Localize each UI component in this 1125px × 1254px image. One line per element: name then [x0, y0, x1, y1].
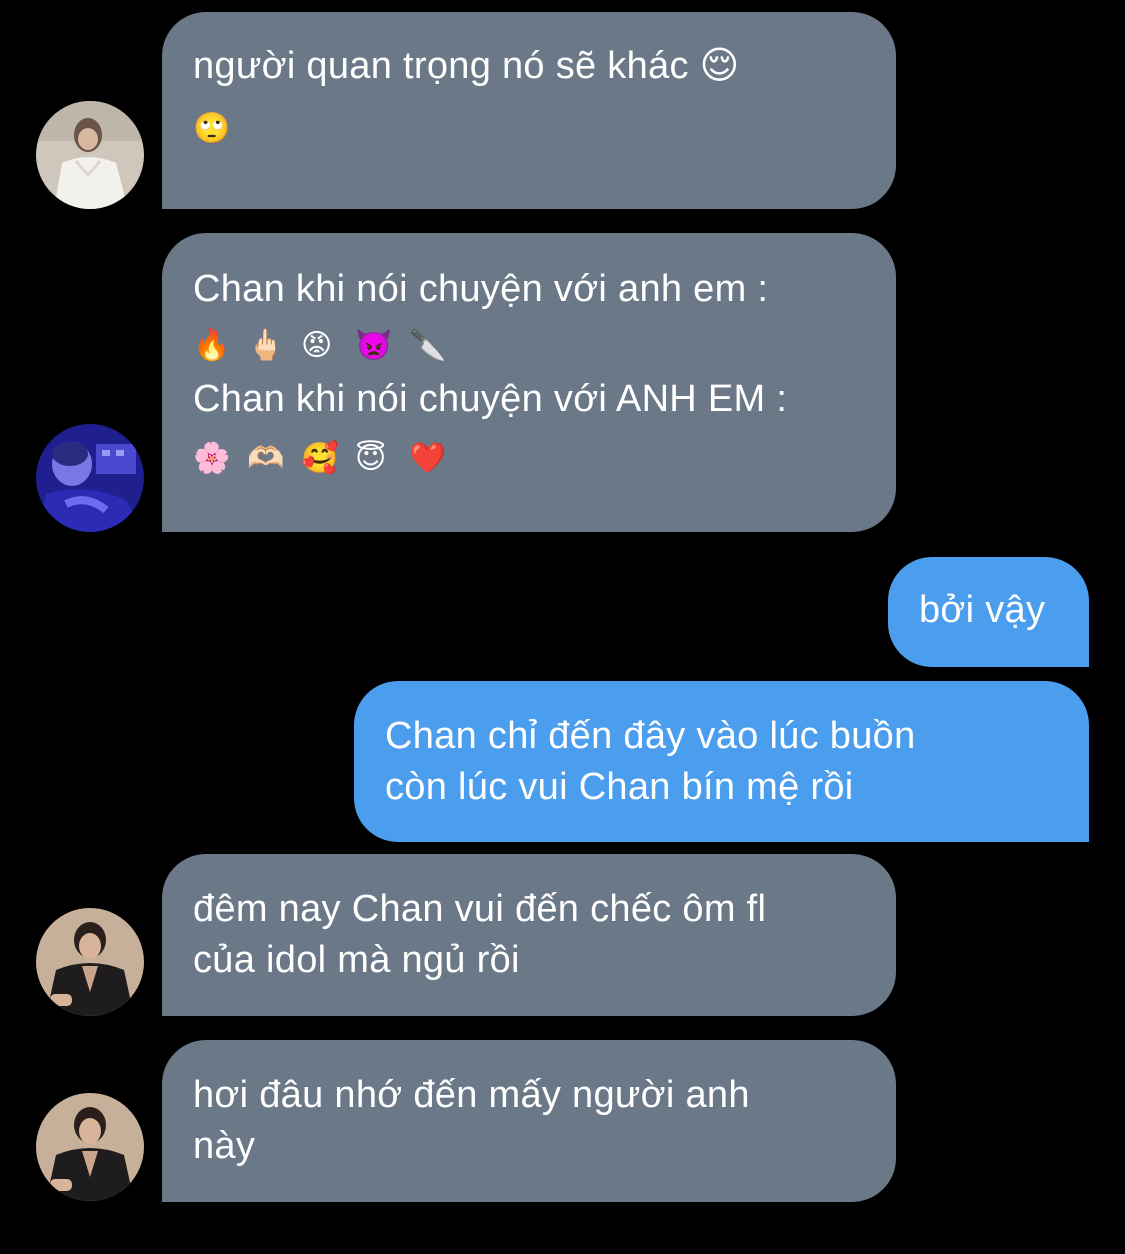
message-text: đêm nay Chan vui đến chếc ôm fl: [193, 888, 767, 930]
message-bubble-received[interactable]: Chan khi nói chuyện với anh em : 🔥 🖕🏻 😡 👿 🔪 …: [162, 233, 896, 532]
avatar[interactable]: [36, 424, 144, 532]
middle-finger-emoji-icon: 🖕🏻: [247, 328, 285, 363]
cherry-blossom-emoji-icon: 🌸: [193, 441, 231, 476]
message-text: còn lúc vui Chan bín mệ rồi: [385, 766, 854, 808]
message-bubble-sent[interactable]: bởi vậy: [888, 557, 1089, 667]
message-text: hơi đâu nhớ đến mấy người anh: [193, 1074, 750, 1116]
message-text: Chan chỉ đến đây vào lúc buồn: [385, 715, 916, 757]
smiling-hearts-emoji-icon: 🥰: [301, 441, 339, 476]
avatar[interactable]: [36, 1093, 144, 1201]
avatar[interactable]: [36, 101, 144, 209]
avatar[interactable]: [36, 908, 144, 1016]
halo-face-emoji-icon: 😇: [355, 441, 387, 476]
avatar-white-shirt-icon: [36, 101, 144, 209]
emoji-row: 🙄: [193, 99, 866, 159]
avatar-black-suit-icon: [36, 1093, 144, 1201]
message-bubble-received[interactable]: đêm nay Chan vui đến chếc ôm fl của idol…: [162, 854, 896, 1016]
knife-emoji-icon: 🔪: [409, 328, 447, 363]
message-text: của idol mà ngủ rồi: [193, 939, 520, 981]
avatar-black-suit-icon: [36, 908, 144, 1016]
red-heart-emoji-icon: ❤️: [409, 441, 447, 476]
message-text: bởi vậy: [919, 589, 1046, 631]
message-bubble-received[interactable]: hơi đâu nhớ đến mấy người anh này: [162, 1040, 896, 1202]
emoji-row: 🔥 🖕🏻 😡 👿 🔪: [193, 318, 866, 374]
message-text: Chan khi nói chuyện với ANH EM :: [193, 378, 788, 420]
heart-hands-emoji-icon: 🫶🏻: [247, 441, 285, 476]
fire-emoji-icon: 🔥: [193, 328, 231, 363]
message-text: Chan khi nói chuyện với anh em :: [193, 268, 769, 310]
message-text: này: [193, 1125, 256, 1167]
angry-face-emoji-icon: 😡: [301, 328, 333, 363]
message-text: người quan trọng nó sẽ khác 😌: [193, 45, 740, 87]
message-bubble-received[interactable]: người quan trọng nó sẽ khác 😌 🙄: [162, 12, 896, 209]
eye-roll-emoji-icon: 🙄: [193, 111, 231, 146]
devil-face-emoji-icon: 👿: [355, 328, 393, 363]
message-bubble-sent[interactable]: Chan chỉ đến đây vào lúc buồn còn lúc vu…: [354, 681, 1089, 842]
emoji-row: 🌸 🫶🏻 🥰 😇 ❤️: [193, 431, 866, 487]
avatar-blue-tint-icon: [36, 424, 144, 532]
